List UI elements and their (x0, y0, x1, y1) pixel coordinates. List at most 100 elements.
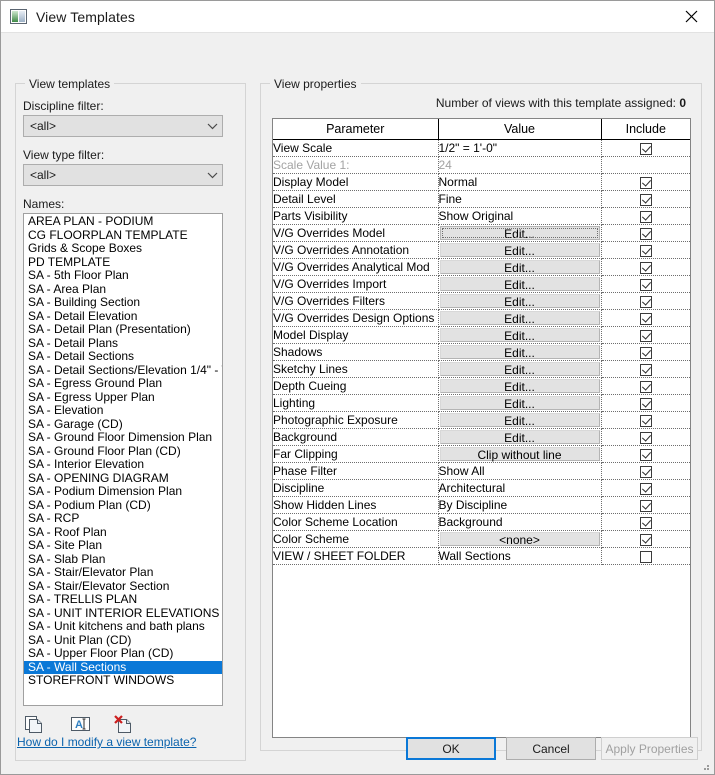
include-checkbox[interactable] (639, 210, 652, 223)
list-item[interactable]: SA - Interior Elevation (24, 457, 222, 472)
table-row[interactable]: Parts Visibility Show Original (273, 207, 690, 225)
list-item[interactable]: SA - Egress Ground Plan (24, 376, 222, 391)
table-row[interactable]: Scale Value 1: 24 (273, 156, 690, 174)
include-checkbox[interactable] (639, 499, 652, 512)
include-cell[interactable] (601, 513, 690, 531)
value-cell[interactable]: Show Original (438, 207, 602, 225)
include-checkbox[interactable] (639, 227, 652, 240)
help-link[interactable]: How do I modify a view template? (17, 735, 196, 749)
list-item[interactable]: SA - Podium Plan (CD) (24, 498, 222, 513)
include-checkbox[interactable] (639, 550, 652, 563)
table-row[interactable]: Shadows Edit... (273, 343, 690, 361)
table-row[interactable]: V/G Overrides Import Edit... (273, 275, 690, 293)
value-cell[interactable]: Edit... (438, 275, 602, 293)
value-cell[interactable]: Fine (438, 190, 602, 208)
list-item[interactable]: SA - Egress Upper Plan (24, 390, 222, 405)
table-row[interactable]: Discipline Architectural (273, 479, 690, 497)
table-row[interactable]: V/G Overrides Annotation Edit... (273, 241, 690, 259)
include-cell[interactable] (601, 530, 690, 548)
include-checkbox[interactable] (639, 312, 652, 325)
include-cell[interactable] (601, 394, 690, 412)
include-checkbox[interactable] (639, 448, 652, 461)
table-row[interactable]: Sketchy Lines Edit... (273, 360, 690, 378)
include-checkbox[interactable] (639, 482, 652, 495)
include-checkbox[interactable] (639, 380, 652, 393)
list-item[interactable]: SA - RCP (24, 511, 222, 526)
list-item[interactable]: SA - Ground Floor Plan (CD) (24, 444, 222, 459)
value-button[interactable]: Edit... (439, 413, 600, 428)
value-cell[interactable]: Edit... (438, 428, 602, 446)
cancel-button[interactable]: Cancel (506, 737, 596, 760)
list-item[interactable]: SA - Garage (CD) (24, 417, 222, 432)
table-row[interactable]: Lighting Edit... (273, 394, 690, 412)
include-cell[interactable] (601, 190, 690, 208)
include-checkbox[interactable] (639, 261, 652, 274)
value-cell[interactable]: Normal (438, 173, 602, 191)
value-button[interactable]: Edit... (439, 311, 600, 326)
list-item[interactable]: SA - Detail Elevation (24, 309, 222, 324)
value-cell[interactable]: Edit... (438, 343, 602, 361)
include-checkbox[interactable] (639, 329, 652, 342)
rename-icon[interactable]: A (68, 713, 94, 737)
include-checkbox[interactable] (639, 533, 652, 546)
value-cell[interactable]: By Discipline (438, 496, 602, 514)
value-cell[interactable]: Wall Sections (438, 547, 602, 565)
value-cell[interactable]: Edit... (438, 326, 602, 344)
list-item[interactable]: SA - Elevation (24, 403, 222, 418)
value-cell[interactable]: Edit... (438, 292, 602, 310)
table-row[interactable]: Display Model Normal (273, 173, 690, 191)
value-cell[interactable]: Edit... (438, 394, 602, 412)
list-item[interactable]: SA - Unit kitchens and bath plans (24, 619, 222, 634)
include-cell[interactable] (601, 445, 690, 463)
include-checkbox[interactable] (639, 465, 652, 478)
value-button[interactable]: Edit... (439, 362, 600, 377)
include-cell[interactable] (601, 224, 690, 242)
duplicate-icon[interactable] (23, 713, 49, 737)
list-item[interactable]: SA - Detail Sections (24, 349, 222, 364)
table-row[interactable]: Phase Filter Show All (273, 462, 690, 480)
include-cell[interactable] (601, 173, 690, 191)
list-item[interactable]: SA - Podium Dimension Plan (24, 484, 222, 499)
value-cell[interactable]: Show All (438, 462, 602, 480)
list-item[interactable]: SA - Area Plan (24, 282, 222, 297)
include-cell[interactable] (601, 411, 690, 429)
ok-button[interactable]: OK (406, 737, 496, 760)
table-row[interactable]: Photographic Exposure Edit... (273, 411, 690, 429)
delete-icon[interactable] (111, 713, 137, 737)
value-cell[interactable]: 1/2" = 1'-0" (438, 139, 602, 157)
include-cell[interactable] (601, 496, 690, 514)
table-row[interactable]: Color Scheme Location Background (273, 513, 690, 531)
include-checkbox[interactable] (639, 244, 652, 257)
list-item[interactable]: SA - Building Section (24, 295, 222, 310)
include-cell[interactable] (601, 207, 690, 225)
include-checkbox[interactable] (639, 363, 652, 376)
table-row[interactable]: Model Display Edit... (273, 326, 690, 344)
include-cell[interactable] (601, 547, 690, 565)
include-cell[interactable] (601, 309, 690, 327)
list-item[interactable]: SA - 5th Floor Plan (24, 268, 222, 283)
table-row[interactable]: V/G Overrides Model Edit... (273, 224, 690, 242)
value-cell[interactable]: Edit... (438, 309, 602, 327)
value-cell[interactable]: Edit... (438, 377, 602, 395)
value-button[interactable]: Edit... (439, 345, 600, 360)
include-cell[interactable] (601, 377, 690, 395)
list-item[interactable]: SA - Upper Floor Plan (CD) (24, 646, 222, 661)
value-cell[interactable]: Edit... (438, 241, 602, 259)
list-item[interactable]: CG FLOORPLAN TEMPLATE (24, 228, 222, 243)
list-item[interactable]: SA - TRELLIS PLAN (24, 592, 222, 607)
value-cell[interactable]: Edit... (438, 411, 602, 429)
include-cell[interactable] (601, 343, 690, 361)
include-checkbox[interactable] (639, 414, 652, 427)
list-item[interactable]: AREA PLAN - PODIUM (24, 214, 222, 229)
include-cell[interactable] (601, 139, 690, 157)
include-cell[interactable] (601, 360, 690, 378)
include-checkbox[interactable] (639, 431, 652, 444)
table-row[interactable]: Depth Cueing Edit... (273, 377, 690, 395)
value-button[interactable]: Edit... (439, 277, 600, 292)
discipline-filter-select[interactable]: <all> (23, 115, 223, 137)
value-button[interactable]: Edit... (439, 243, 600, 258)
table-row[interactable]: V/G Overrides Design Options Edit... (273, 309, 690, 327)
include-checkbox[interactable] (639, 193, 652, 206)
value-button[interactable]: Edit... (439, 294, 600, 309)
include-cell[interactable] (601, 275, 690, 293)
